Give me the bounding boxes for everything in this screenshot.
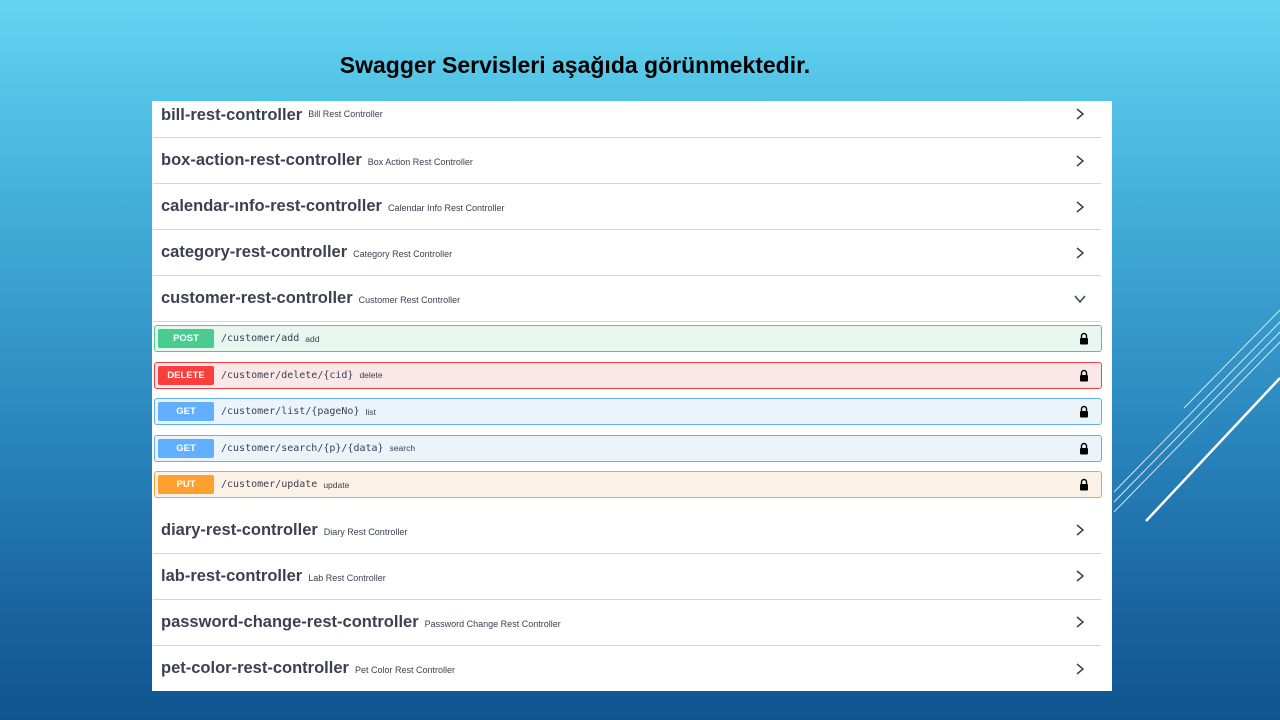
operation-path: /customer/list/{pageNo}	[221, 406, 360, 418]
tag-pet-color-rest-controller[interactable]: pet-color-rest-controller Pet Color Rest…	[153, 646, 1101, 691]
tag-diary-rest-controller[interactable]: diary-rest-controller Diary Rest Control…	[153, 508, 1101, 554]
operation-path: /customer/search/{p}/{data}	[221, 442, 384, 454]
tag-description: Lab Rest Controller	[308, 572, 386, 583]
customer-operations: POST /customer/add add DELETE /customer/…	[152, 322, 1112, 499]
method-badge: POST	[158, 329, 214, 348]
operation-path: /customer/update	[221, 479, 318, 491]
operation-summary: update	[323, 479, 350, 490]
chevron-right-icon[interactable]	[1073, 200, 1087, 214]
tag-description: Password Change Rest Controller	[424, 618, 561, 629]
chevron-right-icon[interactable]	[1073, 246, 1087, 260]
tag-name: category-rest-controller	[161, 243, 348, 261]
tag-description: Category Rest Controller	[353, 249, 453, 259]
tag-name: bill-rest-controller	[161, 106, 303, 124]
swagger-panel: bill-rest-controller Bill Rest Controlle…	[152, 101, 1112, 691]
method-badge: GET	[158, 438, 214, 458]
operation-get-customer-list[interactable]: GET /customer/list/{pageNo} list	[154, 398, 1102, 426]
operation-path: /customer/add	[221, 333, 300, 344]
tag-description: Box Action Rest Controller	[367, 157, 473, 167]
operation-delete-customer[interactable]: DELETE /customer/delete/{cid} delete	[154, 361, 1102, 389]
lock-icon[interactable]	[1079, 442, 1089, 455]
tag-description: Diary Rest Controller	[323, 526, 408, 537]
operation-get-customer-search[interactable]: GET /customer/search/{p}/{data} search	[154, 434, 1102, 462]
tag-name: diary-rest-controller	[161, 520, 318, 539]
lock-icon[interactable]	[1079, 478, 1089, 491]
chevron-down-icon[interactable]	[1073, 292, 1087, 306]
chevron-right-icon[interactable]	[1073, 569, 1087, 583]
tag-description: Pet Color Rest Controller	[354, 665, 455, 676]
lock-icon[interactable]	[1079, 332, 1089, 345]
tag-name: password-change-rest-controller	[161, 612, 419, 631]
tag-bill-rest-controller[interactable]: bill-rest-controller Bill Rest Controlle…	[153, 101, 1101, 138]
slide-title: Swagger Servisleri aşağıda görünmektedir…	[339, 52, 811, 78]
tag-password-change-rest-controller[interactable]: password-change-rest-controller Password…	[153, 600, 1101, 646]
lock-icon[interactable]	[1079, 369, 1089, 382]
operation-summary: add	[305, 333, 320, 344]
method-badge: PUT	[158, 475, 214, 495]
operation-summary: list	[365, 406, 376, 417]
method-badge: DELETE	[158, 365, 214, 385]
decorative-lines	[1113, 309, 1280, 522]
tag-description: Customer Rest Controller	[358, 295, 461, 305]
chevron-right-icon[interactable]	[1073, 523, 1087, 537]
operation-summary: delete	[359, 370, 383, 381]
tag-category-rest-controller[interactable]: category-rest-controller Category Rest C…	[153, 230, 1101, 276]
tag-name: lab-rest-controller	[161, 566, 303, 585]
tag-calendar-info-rest-controller[interactable]: calendar-ınfo-rest-controller Calendar I…	[153, 184, 1101, 230]
chevron-right-icon[interactable]	[1073, 107, 1087, 121]
chevron-right-icon[interactable]	[1073, 154, 1087, 168]
chevron-right-icon[interactable]	[1073, 662, 1087, 676]
tag-lab-rest-controller[interactable]: lab-rest-controller Lab Rest Controller	[153, 554, 1101, 600]
operation-path: /customer/delete/{cid}	[221, 369, 354, 381]
lock-icon[interactable]	[1079, 405, 1089, 418]
tag-name: pet-color-rest-controller	[161, 659, 349, 678]
chevron-right-icon[interactable]	[1073, 615, 1087, 629]
tag-description: Calendar Info Rest Controller	[387, 203, 505, 213]
operation-post-customer-add[interactable]: POST /customer/add add	[154, 325, 1102, 352]
tag-customer-rest-controller[interactable]: customer-rest-controller Customer Rest C…	[153, 276, 1101, 322]
tag-name: box-action-rest-controller	[161, 151, 362, 169]
tag-name: calendar-ınfo-rest-controller	[161, 197, 382, 215]
operation-put-customer-update[interactable]: PUT /customer/update update	[154, 471, 1102, 499]
tag-description: Bill Rest Controller	[308, 109, 383, 119]
method-badge: GET	[158, 402, 214, 422]
tag-box-action-rest-controller[interactable]: box-action-rest-controller Box Action Re…	[153, 138, 1101, 184]
tag-name: customer-rest-controller	[161, 289, 353, 307]
operation-summary: search	[389, 443, 416, 454]
